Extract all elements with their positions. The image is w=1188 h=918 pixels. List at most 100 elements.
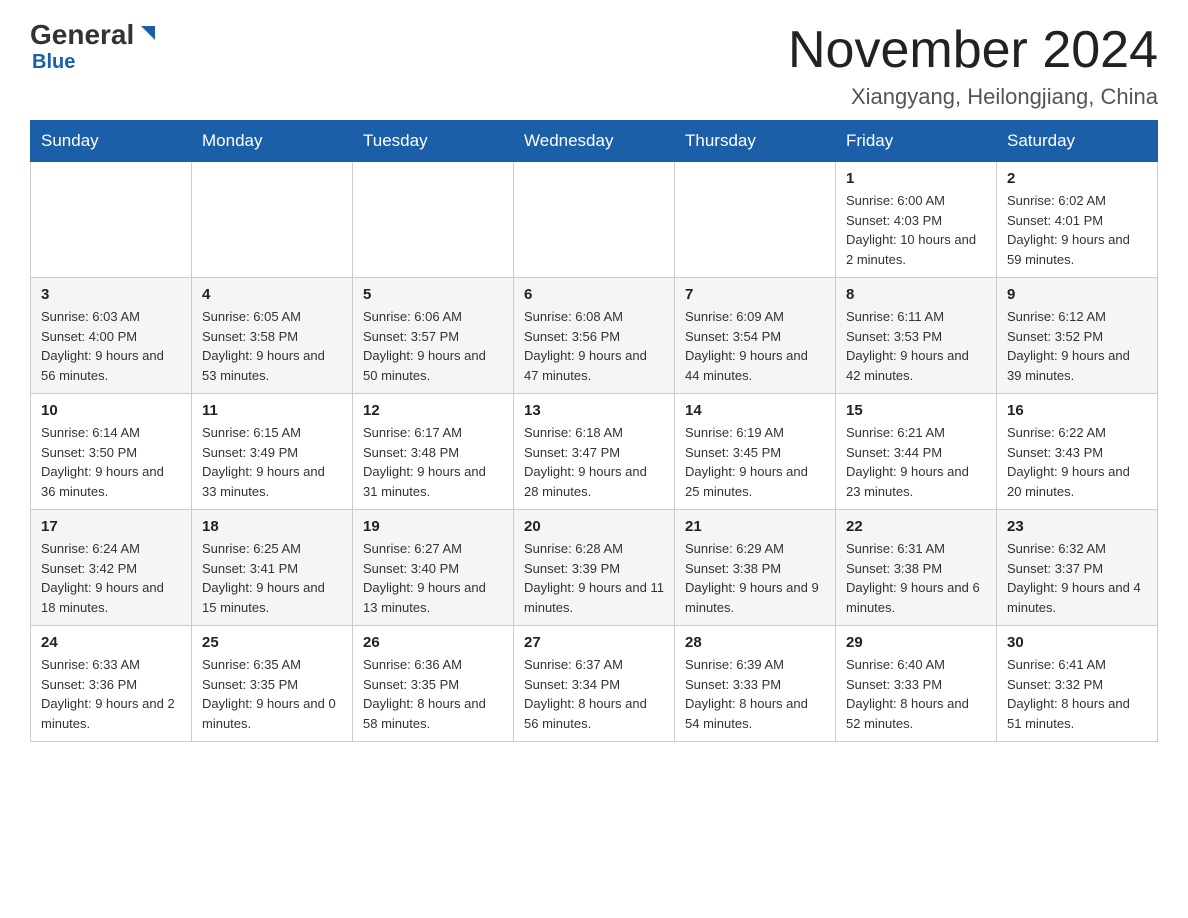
page-header: General Blue November 2024 Xiangyang, He…: [30, 20, 1158, 110]
calendar-week-row: 24 Sunrise: 6:33 AM Sunset: 3:36 PM Dayli…: [31, 626, 1158, 742]
day-number: 9: [1007, 286, 1147, 303]
calendar-cell: [514, 162, 675, 278]
weekday-header-friday: Friday: [836, 121, 997, 162]
calendar-cell: 24 Sunrise: 6:33 AM Sunset: 3:36 PM Dayli…: [31, 626, 192, 742]
calendar-cell: 13 Sunrise: 6:18 AM Sunset: 3:47 PM Dayli…: [514, 394, 675, 510]
day-info: Sunrise: 6:15 AM Sunset: 3:49 PM Dayligh…: [202, 423, 342, 501]
calendar-cell: 18 Sunrise: 6:25 AM Sunset: 3:41 PM Dayli…: [192, 510, 353, 626]
day-info: Sunrise: 6:32 AM Sunset: 3:37 PM Dayligh…: [1007, 539, 1147, 617]
calendar-cell: [353, 162, 514, 278]
day-info: Sunrise: 6:25 AM Sunset: 3:41 PM Dayligh…: [202, 539, 342, 617]
calendar-cell: 15 Sunrise: 6:21 AM Sunset: 3:44 PM Dayli…: [836, 394, 997, 510]
day-number: 3: [41, 286, 181, 303]
calendar-table: SundayMondayTuesdayWednesdayThursdayFrid…: [30, 120, 1158, 742]
day-info: Sunrise: 6:11 AM Sunset: 3:53 PM Dayligh…: [846, 307, 986, 385]
day-number: 11: [202, 402, 342, 419]
calendar-cell: 26 Sunrise: 6:36 AM Sunset: 3:35 PM Dayli…: [353, 626, 514, 742]
day-number: 4: [202, 286, 342, 303]
day-number: 23: [1007, 518, 1147, 535]
title-block: November 2024 Xiangyang, Heilongjiang, C…: [788, 20, 1158, 110]
day-number: 22: [846, 518, 986, 535]
day-info: Sunrise: 6:24 AM Sunset: 3:42 PM Dayligh…: [41, 539, 181, 617]
day-info: Sunrise: 6:14 AM Sunset: 3:50 PM Dayligh…: [41, 423, 181, 501]
weekday-header-saturday: Saturday: [997, 121, 1158, 162]
calendar-cell: 23 Sunrise: 6:32 AM Sunset: 3:37 PM Dayli…: [997, 510, 1158, 626]
day-info: Sunrise: 6:29 AM Sunset: 3:38 PM Dayligh…: [685, 539, 825, 617]
day-info: Sunrise: 6:05 AM Sunset: 3:58 PM Dayligh…: [202, 307, 342, 385]
day-info: Sunrise: 6:21 AM Sunset: 3:44 PM Dayligh…: [846, 423, 986, 501]
calendar-cell: [192, 162, 353, 278]
calendar-cell: 16 Sunrise: 6:22 AM Sunset: 3:43 PM Dayli…: [997, 394, 1158, 510]
day-info: Sunrise: 6:22 AM Sunset: 3:43 PM Dayligh…: [1007, 423, 1147, 501]
calendar-cell: 8 Sunrise: 6:11 AM Sunset: 3:53 PM Daylig…: [836, 278, 997, 394]
calendar-cell: 6 Sunrise: 6:08 AM Sunset: 3:56 PM Daylig…: [514, 278, 675, 394]
day-info: Sunrise: 6:33 AM Sunset: 3:36 PM Dayligh…: [41, 655, 181, 733]
day-number: 14: [685, 402, 825, 419]
calendar-cell: 20 Sunrise: 6:28 AM Sunset: 3:39 PM Dayli…: [514, 510, 675, 626]
calendar-cell: 2Sunrise: 6:02 AM Sunset: 4:01 PM Daylig…: [997, 162, 1158, 278]
calendar-cell: 4 Sunrise: 6:05 AM Sunset: 3:58 PM Daylig…: [192, 278, 353, 394]
logo: General Blue: [30, 20, 159, 74]
weekday-header-monday: Monday: [192, 121, 353, 162]
day-info: Sunrise: 6:17 AM Sunset: 3:48 PM Dayligh…: [363, 423, 503, 501]
day-number: 29: [846, 634, 986, 651]
day-info: Sunrise: 6:28 AM Sunset: 3:39 PM Dayligh…: [524, 539, 664, 617]
calendar-week-row: 3 Sunrise: 6:03 AM Sunset: 4:00 PM Daylig…: [31, 278, 1158, 394]
weekday-header-row: SundayMondayTuesdayWednesdayThursdayFrid…: [31, 121, 1158, 162]
day-number: 13: [524, 402, 664, 419]
day-number: 26: [363, 634, 503, 651]
calendar-week-row: 1Sunrise: 6:00 AM Sunset: 4:03 PM Daylig…: [31, 162, 1158, 278]
calendar-cell: 29Sunrise: 6:40 AM Sunset: 3:33 PM Dayli…: [836, 626, 997, 742]
day-number: 10: [41, 402, 181, 419]
day-number: 25: [202, 634, 342, 651]
day-number: 24: [41, 634, 181, 651]
calendar-cell: 30Sunrise: 6:41 AM Sunset: 3:32 PM Dayli…: [997, 626, 1158, 742]
day-info: Sunrise: 6:27 AM Sunset: 3:40 PM Dayligh…: [363, 539, 503, 617]
calendar-cell: 7 Sunrise: 6:09 AM Sunset: 3:54 PM Daylig…: [675, 278, 836, 394]
calendar-cell: 14Sunrise: 6:19 AM Sunset: 3:45 PM Dayli…: [675, 394, 836, 510]
weekday-header-tuesday: Tuesday: [353, 121, 514, 162]
day-number: 6: [524, 286, 664, 303]
month-title: November 2024: [788, 20, 1158, 80]
calendar-cell: 5Sunrise: 6:06 AM Sunset: 3:57 PM Daylig…: [353, 278, 514, 394]
day-number: 8: [846, 286, 986, 303]
day-info: Sunrise: 6:06 AM Sunset: 3:57 PM Dayligh…: [363, 307, 503, 385]
day-info: Sunrise: 6:03 AM Sunset: 4:00 PM Dayligh…: [41, 307, 181, 385]
calendar-cell: 28 Sunrise: 6:39 AM Sunset: 3:33 PM Dayli…: [675, 626, 836, 742]
day-number: 28: [685, 634, 825, 651]
calendar-cell: 27Sunrise: 6:37 AM Sunset: 3:34 PM Dayli…: [514, 626, 675, 742]
day-info: Sunrise: 6:36 AM Sunset: 3:35 PM Dayligh…: [363, 655, 503, 733]
calendar-cell: 22 Sunrise: 6:31 AM Sunset: 3:38 PM Dayli…: [836, 510, 997, 626]
calendar-cell: 3 Sunrise: 6:03 AM Sunset: 4:00 PM Daylig…: [31, 278, 192, 394]
day-number: 7: [685, 286, 825, 303]
day-number: 19: [363, 518, 503, 535]
day-number: 30: [1007, 634, 1147, 651]
day-info: Sunrise: 6:08 AM Sunset: 3:56 PM Dayligh…: [524, 307, 664, 385]
day-info: Sunrise: 6:31 AM Sunset: 3:38 PM Dayligh…: [846, 539, 986, 617]
location-title: Xiangyang, Heilongjiang, China: [788, 84, 1158, 110]
calendar-cell: 10 Sunrise: 6:14 AM Sunset: 3:50 PM Dayli…: [31, 394, 192, 510]
calendar-cell: [31, 162, 192, 278]
calendar-week-row: 10 Sunrise: 6:14 AM Sunset: 3:50 PM Dayli…: [31, 394, 1158, 510]
day-number: 15: [846, 402, 986, 419]
day-info: Sunrise: 6:18 AM Sunset: 3:47 PM Dayligh…: [524, 423, 664, 501]
day-number: 20: [524, 518, 664, 535]
calendar-cell: 21Sunrise: 6:29 AM Sunset: 3:38 PM Dayli…: [675, 510, 836, 626]
day-info: Sunrise: 6:39 AM Sunset: 3:33 PM Dayligh…: [685, 655, 825, 733]
weekday-header-wednesday: Wednesday: [514, 121, 675, 162]
day-number: 2: [1007, 170, 1147, 187]
calendar-cell: 1Sunrise: 6:00 AM Sunset: 4:03 PM Daylig…: [836, 162, 997, 278]
day-info: Sunrise: 6:09 AM Sunset: 3:54 PM Dayligh…: [685, 307, 825, 385]
calendar-cell: 9Sunrise: 6:12 AM Sunset: 3:52 PM Daylig…: [997, 278, 1158, 394]
calendar-cell: 12 Sunrise: 6:17 AM Sunset: 3:48 PM Dayli…: [353, 394, 514, 510]
weekday-header-sunday: Sunday: [31, 121, 192, 162]
day-number: 18: [202, 518, 342, 535]
weekday-header-thursday: Thursday: [675, 121, 836, 162]
calendar-cell: 19 Sunrise: 6:27 AM Sunset: 3:40 PM Dayli…: [353, 510, 514, 626]
logo-triangle-icon: [137, 22, 159, 44]
calendar-cell: 11 Sunrise: 6:15 AM Sunset: 3:49 PM Dayli…: [192, 394, 353, 510]
day-number: 16: [1007, 402, 1147, 419]
logo-main-text: General: [30, 21, 134, 49]
calendar-cell: [675, 162, 836, 278]
day-number: 12: [363, 402, 503, 419]
